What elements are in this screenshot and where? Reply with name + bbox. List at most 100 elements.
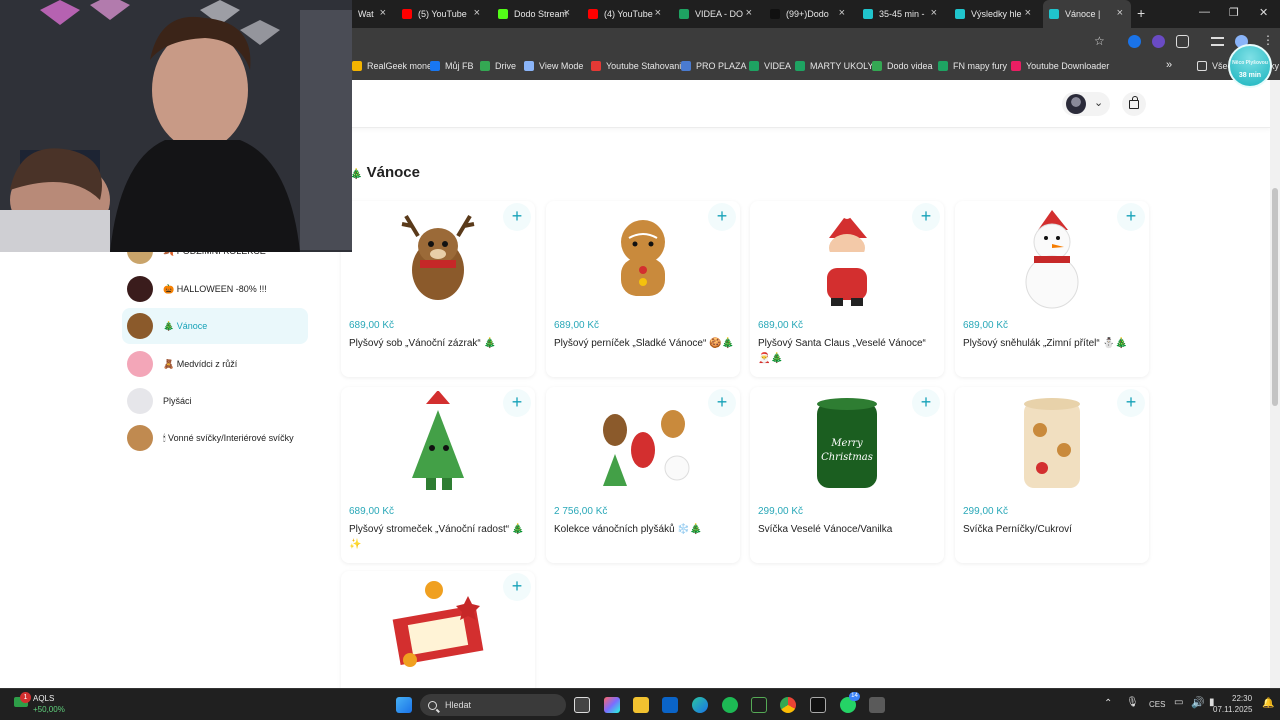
browser-tab[interactable]: (99+)Dodo × — [764, 0, 853, 28]
edge-icon[interactable] — [692, 697, 708, 713]
browser-tab[interactable]: VIDEA - DO × — [673, 0, 760, 28]
product-card[interactable]: + — [341, 571, 535, 688]
product-name[interactable]: Plyšový perníček „Sladké Vánoce“ 🍪🎄 — [554, 336, 736, 351]
add-to-cart-button[interactable]: + — [708, 203, 736, 231]
product-image[interactable] — [1002, 205, 1102, 311]
add-to-cart-button[interactable]: + — [503, 203, 531, 231]
add-to-cart-button[interactable]: + — [1117, 389, 1145, 417]
notifications-icon[interactable]: 🔔 — [1262, 698, 1274, 709]
bookmark-item[interactable]: FN mapy fury — [938, 61, 1007, 71]
product-image[interactable]: Merry Christmas — [797, 391, 897, 497]
sidebar-category[interactable]: 🎃 HALLOWEEN -80% !!! — [122, 271, 308, 307]
browser-tab[interactable]: Dodo Stream × — [492, 0, 578, 28]
close-tab-icon[interactable]: × — [1117, 7, 1123, 19]
product-name[interactable]: Plyšový sob „Vánoční zázrak“ 🎄 — [349, 336, 531, 351]
product-image[interactable] — [1002, 391, 1102, 497]
product-card[interactable]: +689,00 Kč Plyšový Santa Claus „Veselé Vá… — [750, 201, 944, 377]
volume-icon[interactable]: 🔊 — [1191, 696, 1205, 709]
maximize-button[interactable]: ❐ — [1229, 6, 1239, 19]
sidebar-category[interactable]: Plyšáci — [122, 383, 308, 419]
sidebar-category[interactable]: 🕯 Vonné svíčky/Interiérové svíčky — [122, 420, 308, 456]
timer-widget[interactable]: Něco Plyšovou 38 min — [1228, 44, 1272, 88]
epic-games-icon[interactable] — [810, 697, 826, 713]
add-to-cart-button[interactable]: + — [912, 389, 940, 417]
microphone-icon[interactable]: 🎙 — [1126, 697, 1139, 708]
close-tab-icon[interactable]: × — [564, 7, 570, 19]
browser-tab[interactable]: (5) YouTube × — [396, 0, 488, 28]
close-tab-icon[interactable]: × — [380, 7, 386, 19]
cart-button[interactable] — [1122, 92, 1146, 116]
browser-tab[interactable]: Wat × — [352, 0, 394, 28]
product-card[interactable]: +689,00 Kč Plyšový perníček „Sladké Vánoc… — [546, 201, 740, 377]
close-tab-icon[interactable]: × — [931, 7, 937, 19]
spotify-icon[interactable] — [722, 697, 738, 713]
browser-tab[interactable]: (4) YouTube × — [582, 0, 669, 28]
product-name[interactable]: Svíčka Perníčky/Cukroví — [963, 522, 1145, 537]
product-card[interactable]: +299,00 Kč Svíčka Perníčky/Cukroví — [955, 387, 1149, 563]
puzzle-icon[interactable] — [1176, 35, 1189, 48]
close-tab-icon[interactable]: × — [746, 7, 752, 19]
product-card[interactable]: +2 756,00 Kč Kolekce vánočních plyšáků ❄️… — [546, 387, 740, 563]
minimize-button[interactable]: — — [1199, 6, 1210, 18]
tab-search-icon[interactable] — [1211, 37, 1224, 46]
browser-tab[interactable]: Vánoce | × — [1043, 0, 1131, 28]
add-to-cart-button[interactable]: + — [708, 389, 736, 417]
task-view-icon[interactable] — [574, 697, 590, 713]
bookmark-item[interactable]: View Mode — [524, 61, 583, 71]
clock-date[interactable]: 07.11.2025 — [1213, 705, 1252, 714]
add-to-cart-button[interactable]: + — [503, 573, 531, 601]
close-tab-icon[interactable]: × — [655, 7, 661, 19]
product-image[interactable] — [593, 205, 693, 311]
bookmark-item[interactable]: Youtube Stahovani — [591, 61, 681, 71]
chrome-icon[interactable] — [780, 697, 796, 713]
product-name[interactable]: Plyšový stromeček „Vánoční radost“ 🎄✨ — [349, 522, 531, 552]
bookmark-item[interactable]: Můj FB — [430, 61, 474, 71]
product-name[interactable]: Plyšový sněhulák „Zimní přítel“ ⛄🎄 — [963, 336, 1145, 351]
clock-time[interactable]: 22:30 — [1232, 694, 1252, 703]
extension-icon[interactable] — [1128, 35, 1141, 48]
windows-start-icon[interactable] — [396, 697, 412, 713]
close-window-button[interactable]: ✕ — [1259, 6, 1268, 19]
product-image[interactable] — [593, 391, 693, 497]
browser-tab[interactable]: Výsledky hle × — [949, 0, 1039, 28]
bookmark-item[interactable]: MARTY UKOLY — [795, 61, 874, 71]
add-to-cart-button[interactable]: + — [912, 203, 940, 231]
product-image[interactable] — [388, 205, 488, 311]
bookmark-item[interactable]: RealGeek money — [352, 61, 437, 71]
language-indicator[interactable]: CES — [1149, 700, 1165, 709]
product-image[interactable] — [797, 205, 897, 311]
menu-icon[interactable]: ⋮ — [1262, 33, 1274, 47]
sidebar-category[interactable]: 🎄 Vánoce — [122, 308, 308, 344]
product-name[interactable]: Svíčka Veselé Vánoce/Vanilka — [758, 522, 940, 537]
terminal-icon[interactable] — [751, 697, 767, 713]
product-image[interactable] — [388, 391, 488, 497]
bookmark-item[interactable]: Dodo videa — [872, 61, 933, 71]
new-tab-button[interactable]: + — [1137, 5, 1145, 21]
account-menu-button[interactable]: ⌄ — [1062, 92, 1110, 116]
add-to-cart-button[interactable]: + — [503, 389, 531, 417]
browser-tab[interactable]: 35-45 min - × — [857, 0, 945, 28]
network-icon[interactable]: ▭ — [1174, 697, 1183, 708]
add-to-cart-button[interactable]: + — [1117, 203, 1145, 231]
file-explorer-icon[interactable] — [633, 697, 649, 713]
product-card[interactable]: Merry Christmas +299,00 Kč Svíčka Veselé Vá… — [750, 387, 944, 563]
close-tab-icon[interactable]: × — [474, 7, 480, 19]
product-name[interactable]: Kolekce vánočních plyšáků ❄️🎄 — [554, 522, 736, 537]
bookmark-item[interactable]: VIDEA — [749, 61, 791, 71]
bookmark-star-icon[interactable]: ☆ — [1094, 34, 1105, 48]
bookmark-item[interactable]: PRO PLAZA — [681, 61, 747, 71]
stock-name[interactable]: AQLS — [33, 694, 54, 703]
product-name[interactable]: Plyšový Santa Claus „Veselé Vánoce“ 🎅🎄 — [758, 336, 940, 366]
scrollbar-thumb[interactable] — [1272, 188, 1278, 406]
page-scrollbar[interactable] — [1270, 80, 1280, 688]
copilot-icon[interactable] — [604, 697, 620, 713]
sidebar-category[interactable]: 🧸 Medvídci z růží — [122, 346, 308, 382]
product-card[interactable]: +689,00 Kč Plyšový sob „Vánoční zázrak“ 🎄 — [341, 201, 535, 377]
product-card[interactable]: +689,00 Kč Plyšový stromeček „Vánoční rad… — [341, 387, 535, 563]
bookmark-item[interactable]: Drive — [480, 61, 516, 71]
product-card[interactable]: +689,00 Kč Plyšový sněhulák „Zimní přítel… — [955, 201, 1149, 377]
chevron-up-icon[interactable]: ⌃ — [1104, 698, 1112, 709]
bookmarks-more-button[interactable]: » — [1166, 59, 1172, 71]
close-tab-icon[interactable]: × — [839, 7, 845, 19]
taskbar-search[interactable]: Hledat — [420, 694, 566, 716]
